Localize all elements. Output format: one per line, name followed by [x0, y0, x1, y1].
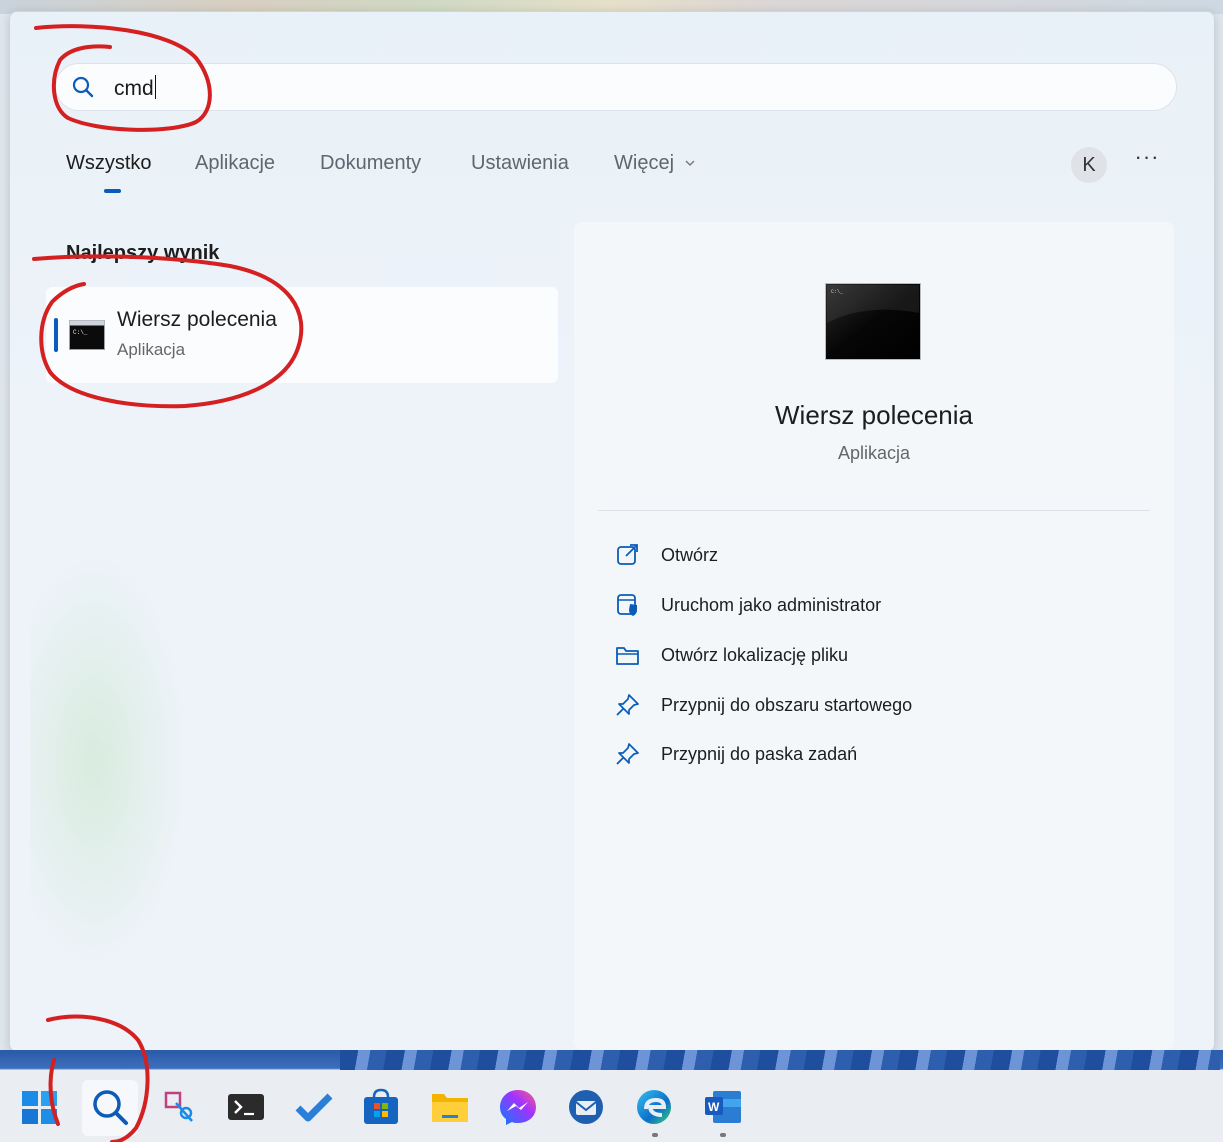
svg-text:C:\_: C:\_	[73, 329, 88, 336]
svg-text:W: W	[708, 1100, 720, 1114]
running-indicator	[720, 1133, 726, 1137]
text-caret	[154, 75, 156, 99]
details-divider	[598, 510, 1150, 511]
open-external-icon	[617, 544, 638, 565]
panel-glow	[30, 552, 190, 972]
admin-shield-icon	[617, 594, 637, 616]
tab-all[interactable]: Wszystko	[66, 152, 152, 175]
tab-apps[interactable]: Aplikacje	[195, 152, 275, 175]
todo-icon[interactable]	[294, 1087, 334, 1127]
snipping-tool-icon[interactable]	[160, 1087, 200, 1127]
details-app-name: Wiersz polecenia	[775, 400, 973, 430]
more-options-button[interactable]: ···	[1132, 146, 1162, 176]
account-avatar[interactable]: K	[1071, 147, 1107, 183]
chevron-down-icon	[685, 160, 695, 166]
search-icon	[93, 1090, 128, 1125]
action-pin-to-start[interactable]: Przypnij do obszaru startowego	[615, 691, 1135, 721]
details-app-type: Aplikacja	[837, 443, 911, 463]
action-open[interactable]: Otwórz	[615, 541, 1135, 571]
terminal-icon[interactable]	[226, 1087, 266, 1127]
best-match-heading: Najlepszy wynik	[66, 242, 220, 264]
windows-start-icon[interactable]	[20, 1087, 60, 1127]
search-icon	[72, 76, 94, 98]
svg-text:C:\_: C:\_	[831, 289, 844, 295]
best-match-type: Aplikacja	[117, 340, 186, 359]
edge-icon[interactable]	[634, 1087, 674, 1127]
selection-indicator	[54, 318, 58, 352]
tab-settings[interactable]: Ustawienia	[471, 152, 569, 175]
pin-icon	[616, 694, 639, 716]
thunderbird-icon[interactable]	[566, 1087, 606, 1127]
command-prompt-icon: C:\_	[69, 320, 105, 350]
action-pin-to-taskbar[interactable]: Przypnij do paska zadań	[615, 740, 1135, 770]
command-prompt-large-icon: C:\_	[825, 283, 921, 360]
store-icon[interactable]	[361, 1087, 401, 1127]
folder-icon	[616, 647, 639, 665]
search-query: cmd	[114, 75, 156, 100]
action-run-as-admin[interactable]: Uruchom jako administrator	[615, 591, 1135, 621]
tab-more[interactable]: Więcej	[614, 152, 696, 175]
tab-documents[interactable]: Dokumenty	[320, 152, 421, 175]
best-match-name: Wiersz polecenia	[117, 308, 277, 331]
pin-icon	[616, 743, 639, 765]
active-tab-indicator	[104, 189, 121, 193]
file-explorer-icon[interactable]	[430, 1087, 470, 1127]
action-open-file-location[interactable]: Otwórz lokalizację pliku	[615, 641, 1135, 671]
running-indicator	[652, 1133, 658, 1137]
search-input[interactable]: cmd	[55, 63, 1177, 111]
best-match-result[interactable]	[46, 287, 558, 383]
word-icon[interactable]: W	[703, 1087, 743, 1127]
messenger-icon[interactable]	[498, 1087, 538, 1127]
wallpaper-strip	[340, 1050, 1220, 1070]
